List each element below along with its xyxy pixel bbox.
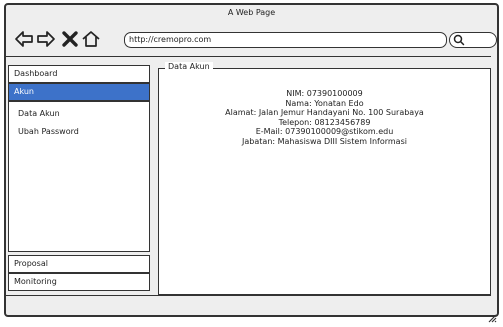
close-icon[interactable] bbox=[60, 29, 80, 49]
window-title: A Web Page bbox=[6, 8, 497, 17]
address-bar[interactable]: http://cremopro.com bbox=[124, 32, 447, 48]
home-icon[interactable] bbox=[81, 29, 101, 49]
sidebar-submenu: Data Akun Ubah Password bbox=[8, 101, 150, 252]
info-nama: Nama: Yonatan Edo bbox=[159, 99, 490, 109]
search-icon bbox=[453, 34, 465, 46]
sidebar: Dashboard Akun Data Akun Ubah Password P… bbox=[8, 63, 150, 292]
sidebar-item-akun[interactable]: Akun bbox=[8, 83, 150, 101]
submenu-item-ubah-password[interactable]: Ubah Password bbox=[9, 123, 149, 141]
search-box[interactable] bbox=[449, 32, 497, 48]
submenu-item-data-akun[interactable]: Data Akun bbox=[9, 105, 149, 123]
sidebar-item-dashboard[interactable]: Dashboard bbox=[8, 65, 150, 83]
info-email: E-Mail: 07390100009@stikom.edu bbox=[159, 127, 490, 137]
info-jabatan: Jabatan: Mahasiswa DIII Sistem Informasi bbox=[159, 137, 490, 147]
arrow-left-icon[interactable] bbox=[14, 29, 34, 49]
panel-legend: Data Akun bbox=[165, 62, 213, 71]
sidebar-item-monitoring[interactable]: Monitoring bbox=[8, 273, 150, 291]
sidebar-item-proposal[interactable]: Proposal bbox=[8, 255, 150, 273]
info-telepon: Telepon: 08123456789 bbox=[159, 118, 490, 128]
account-panel: Data Akun NIM: 07390100009 Nama: Yonatan… bbox=[158, 68, 491, 295]
info-nim: NIM: 07390100009 bbox=[159, 89, 490, 99]
info-alamat: Alamat: Jalan Jemur Handayani No. 100 Su… bbox=[159, 108, 490, 118]
arrow-right-icon[interactable] bbox=[36, 29, 56, 49]
account-info: NIM: 07390100009 Nama: Yonatan Edo Alama… bbox=[159, 89, 490, 146]
resize-grip-icon[interactable] bbox=[487, 308, 497, 318]
